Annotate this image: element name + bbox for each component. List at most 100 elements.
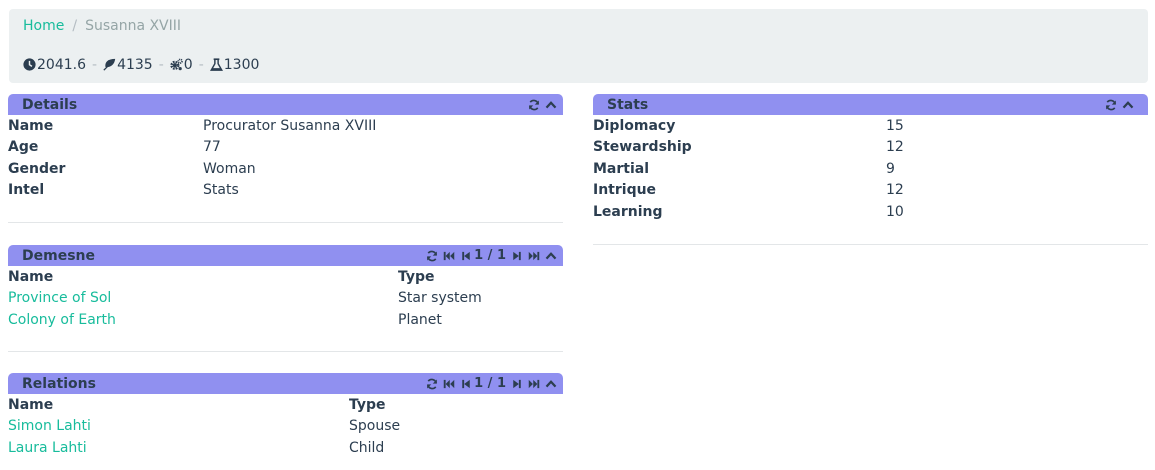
resource-separator: - — [198, 56, 204, 73]
stats-value: 12 — [886, 182, 904, 199]
stats-label: Learning — [593, 203, 663, 220]
chevron-up-icon[interactable] — [545, 99, 557, 111]
clock-icon — [23, 58, 36, 71]
leaf-icon — [103, 58, 116, 71]
chevron-up-icon[interactable] — [545, 250, 557, 262]
resource-food: 4135 — [103, 57, 153, 73]
demesne-panel: Demesne 1 / 1 Name Type Province of Sol … — [8, 245, 563, 352]
demesne-type: Planet — [398, 311, 442, 328]
breadcrumb-current: Susanna XVIII — [85, 18, 182, 34]
relations-panel: Relations 1 / 1 Name Type Simon Lahti Sp… — [8, 373, 563, 459]
refresh-icon[interactable] — [426, 378, 438, 390]
resource-time: 2041.6 — [23, 57, 86, 73]
breadcrumb: Home / Susanna XVIII — [9, 9, 1148, 46]
demesne-type: Star system — [398, 290, 482, 307]
relations-panel-tools: 1 / 1 — [426, 376, 557, 391]
resource-production-value: 0 — [183, 56, 193, 73]
details-label: Intel — [8, 182, 45, 199]
previous-page-icon[interactable] — [460, 250, 472, 262]
stats-value: 15 — [886, 117, 904, 134]
stats-panel: Stats Diplomacy 15 Stewardship 12 Martia… — [593, 94, 1148, 245]
details-row: Name Procurator Susanna XVIII — [8, 115, 563, 137]
resource-production: 0 — [170, 57, 193, 73]
last-page-icon[interactable] — [528, 378, 540, 390]
demesne-panel-header: Demesne 1 / 1 — [8, 245, 563, 266]
resource-science-value: 1300 — [223, 56, 260, 73]
relations-panel-title: Relations — [22, 375, 96, 392]
refresh-icon[interactable] — [1105, 99, 1117, 111]
relations-type: Child — [349, 439, 385, 456]
resource-time-value: 2041.6 — [37, 56, 86, 73]
stats-row: Diplomacy 15 — [593, 115, 1148, 137]
table-row: Colony of Earth Planet — [8, 309, 563, 331]
details-value: Procurator Susanna XVIII — [203, 117, 377, 134]
stats-label: Stewardship — [593, 139, 692, 156]
demesne-header-row: Name Type — [8, 266, 563, 288]
demesne-col-type: Type — [398, 268, 435, 285]
relations-col-type: Type — [349, 396, 386, 413]
stats-row: Intrique 12 — [593, 180, 1148, 202]
details-label: Gender — [8, 160, 66, 177]
stats-value: 12 — [886, 139, 904, 156]
relations-name-link[interactable]: Simon Lahti — [8, 418, 349, 434]
details-panel-header: Details — [8, 94, 563, 115]
details-row: Intel Stats — [8, 180, 563, 202]
details-label: Name — [8, 117, 54, 134]
cogs-icon — [170, 58, 183, 71]
stats-label: Intrique — [593, 182, 657, 199]
stats-value: 9 — [886, 160, 895, 177]
stats-panel-tools — [1105, 99, 1134, 111]
demesne-panel-title: Demesne — [22, 247, 95, 264]
stats-label: Martial — [593, 160, 650, 177]
chevron-up-icon[interactable] — [545, 378, 557, 390]
chevron-up-icon[interactable] — [1122, 99, 1134, 111]
next-page-icon[interactable] — [511, 250, 523, 262]
resource-separator: - — [158, 56, 164, 73]
stats-row: Learning 10 — [593, 201, 1148, 223]
details-value: Stats — [203, 182, 239, 199]
last-page-icon[interactable] — [528, 250, 540, 262]
demesne-name-link[interactable]: Colony of Earth — [8, 312, 398, 328]
relations-col-name: Name — [8, 396, 54, 413]
demesne-col-name: Name — [8, 268, 54, 285]
resource-separator: - — [92, 56, 98, 73]
resource-science: 1300 — [209, 56, 260, 73]
details-divider — [8, 201, 563, 223]
details-label: Age — [8, 139, 39, 156]
flask-icon — [209, 58, 223, 71]
table-row: Province of Sol Star system — [8, 288, 563, 310]
refresh-icon[interactable] — [426, 250, 438, 262]
demesne-panel-tools: 1 / 1 — [426, 248, 557, 263]
details-value: 77 — [203, 139, 221, 156]
table-row: Laura Lahti Child — [8, 437, 563, 459]
stats-value: 10 — [886, 203, 904, 220]
relations-panel-header: Relations 1 / 1 — [8, 373, 563, 394]
relations-header-row: Name Type — [8, 394, 563, 416]
demesne-pager: 1 / 1 — [474, 248, 506, 263]
demesne-divider — [8, 331, 563, 352]
relations-name-link[interactable]: Laura Lahti — [8, 440, 349, 456]
details-row: Age 77 — [8, 137, 563, 159]
details-value: Woman — [203, 160, 256, 177]
breadcrumb-home-link[interactable]: Home — [23, 18, 64, 34]
stats-panel-header: Stats — [593, 94, 1148, 115]
demesne-name-link[interactable]: Province of Sol — [8, 290, 398, 306]
stats-row: Martial 9 — [593, 158, 1148, 180]
resource-bar: 2041.6 - 4135 - 0 - 1300 — [9, 46, 1148, 83]
details-panel-title: Details — [22, 96, 78, 113]
refresh-icon[interactable] — [528, 99, 540, 111]
stats-divider — [593, 223, 1148, 245]
details-panel: Details Name Procurator Susanna XVIII Ag… — [8, 94, 563, 223]
next-page-icon[interactable] — [511, 378, 523, 390]
stats-label: Diplomacy — [593, 117, 676, 134]
details-panel-tools — [528, 99, 557, 111]
relations-type: Spouse — [349, 418, 401, 435]
first-page-icon[interactable] — [443, 250, 455, 262]
previous-page-icon[interactable] — [460, 378, 472, 390]
stats-panel-title: Stats — [607, 96, 649, 113]
resource-food-value: 4135 — [117, 56, 153, 73]
first-page-icon[interactable] — [443, 378, 455, 390]
details-row: Gender Woman — [8, 158, 563, 180]
relations-pager: 1 / 1 — [474, 376, 506, 391]
breadcrumb-separator: / — [72, 18, 78, 34]
